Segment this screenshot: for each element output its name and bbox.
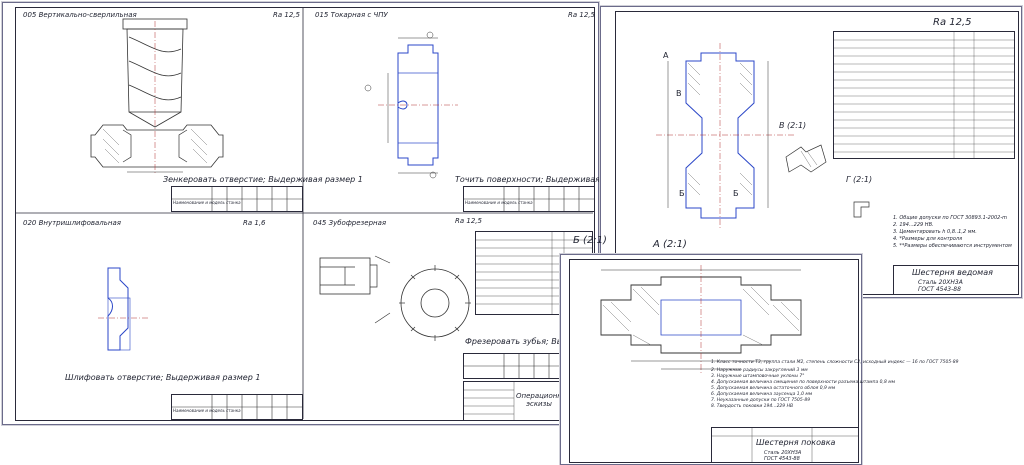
forging-view-b: Б (2:1) xyxy=(573,235,607,246)
op-020-roughness: Ra 1,6 xyxy=(243,219,266,227)
gear-section-b-right: Б xyxy=(733,189,739,198)
gear-view-v: В (2:1) xyxy=(779,121,807,130)
forging-view-a: А (2:1) xyxy=(653,239,687,250)
op-020-title: 020 Внутришлифовальная xyxy=(23,219,121,227)
forging-note-1: 1. Класс точности Т3, группа стали М2, с… xyxy=(711,360,959,365)
forging-section-drawing xyxy=(600,265,802,373)
gear-section-a-top: А xyxy=(663,51,669,60)
forging-note-8: 8. Твердость поковки 194...229 НВ xyxy=(711,404,794,409)
op-015-table-label: Наименование и модель станка xyxy=(465,200,533,205)
forging-title-block: Шестерня поковка Сталь 20ХН3А ГОСТ 4543-… xyxy=(711,427,859,463)
gear-note-4: 4. *Размеры для контроля xyxy=(893,236,963,242)
forging-note-5: 5. Допускаемая величина остаточного обло… xyxy=(711,386,836,391)
gear-note-5: 5. **Размеры обеспечиваются инструментом xyxy=(893,243,1012,249)
gear-standard: ГОСТ 4543-88 xyxy=(918,286,961,293)
gear-note-2: 2. 194...229 НВ. xyxy=(893,222,934,228)
operations-stamp: Операционные эскизы xyxy=(516,392,572,408)
forging-note-6: 6. Допускаемая величина заусенца 1,0 мм xyxy=(711,392,813,397)
forging-title: Шестерня поковка xyxy=(756,438,836,447)
gear-section-v: В xyxy=(676,89,682,98)
op-005-table: Наименование и модель станка xyxy=(171,186,303,212)
gear-title: Шестерня ведомая xyxy=(912,268,993,277)
op-020-note: Шлифовать отверстие; Выдерживая размер 1 xyxy=(65,373,261,382)
op-015-table: Наименование и модель станка xyxy=(463,186,595,212)
gear-title-block: Шестерня ведомая Сталь 20ХН3А ГОСТ 4543-… xyxy=(893,265,1019,295)
forging-note-4: 4. Допускаемая величина смещения по пове… xyxy=(711,380,896,385)
forging-sheet: А (2:1) Б (2:1) 1. Класс точности Т3, гр… xyxy=(560,235,959,465)
gear-param-table xyxy=(833,31,1015,159)
grinding-part-drawing xyxy=(98,267,148,351)
gear-view-g: Г (2:1) xyxy=(846,175,873,184)
op-005-note: Зенкеровать отверстие; Выдерживая размер… xyxy=(163,175,363,184)
op-015-title: 015 Токарная с ЧПУ xyxy=(315,11,388,19)
forging-standard: ГОСТ 4543-88 xyxy=(764,456,800,462)
hob-cutter-drawing xyxy=(319,255,471,341)
gear-note-1: 1. Общие допуски по ГОСТ 30893.1-2002-m xyxy=(893,215,1008,221)
forging-note-7: 7. Неуказанные допуски по ГОСТ 7505-89 xyxy=(711,398,811,403)
gear-note-3: 3. Цементировать h 0,8..1,2 мм. xyxy=(893,229,977,235)
gear-section-b-left: Б xyxy=(679,189,685,198)
op-045-title: 045 Зубофрезерная xyxy=(313,219,387,227)
drill-part-drawing xyxy=(90,18,224,173)
operations-sheet: 005 Вертикально-сверлильная Ra 12,5 Зенк… xyxy=(2,2,655,425)
turning-part-drawing xyxy=(364,31,458,179)
gear-detail-v xyxy=(785,144,827,173)
op-015-roughness: Ra 12,5 xyxy=(568,11,595,19)
forging-note-3: 3. Наружные штамповочные уклоны 7° xyxy=(711,374,805,379)
gear-roughness: Ra 12,5 xyxy=(933,17,972,28)
gear-detail-g xyxy=(853,201,870,218)
gear-material: Сталь 20ХН3А xyxy=(918,279,963,286)
op-045-roughness: Ra 12,5 xyxy=(455,217,482,225)
op-005-table-label: Наименование и модель станка xyxy=(173,200,241,205)
op-020-table: Наименование и модель станка xyxy=(171,394,303,420)
forging-note-2: 2. Наружные радиусы закруглений 3 мм xyxy=(711,368,808,373)
op-020-table-label: Наименование и модель станка xyxy=(173,408,241,413)
